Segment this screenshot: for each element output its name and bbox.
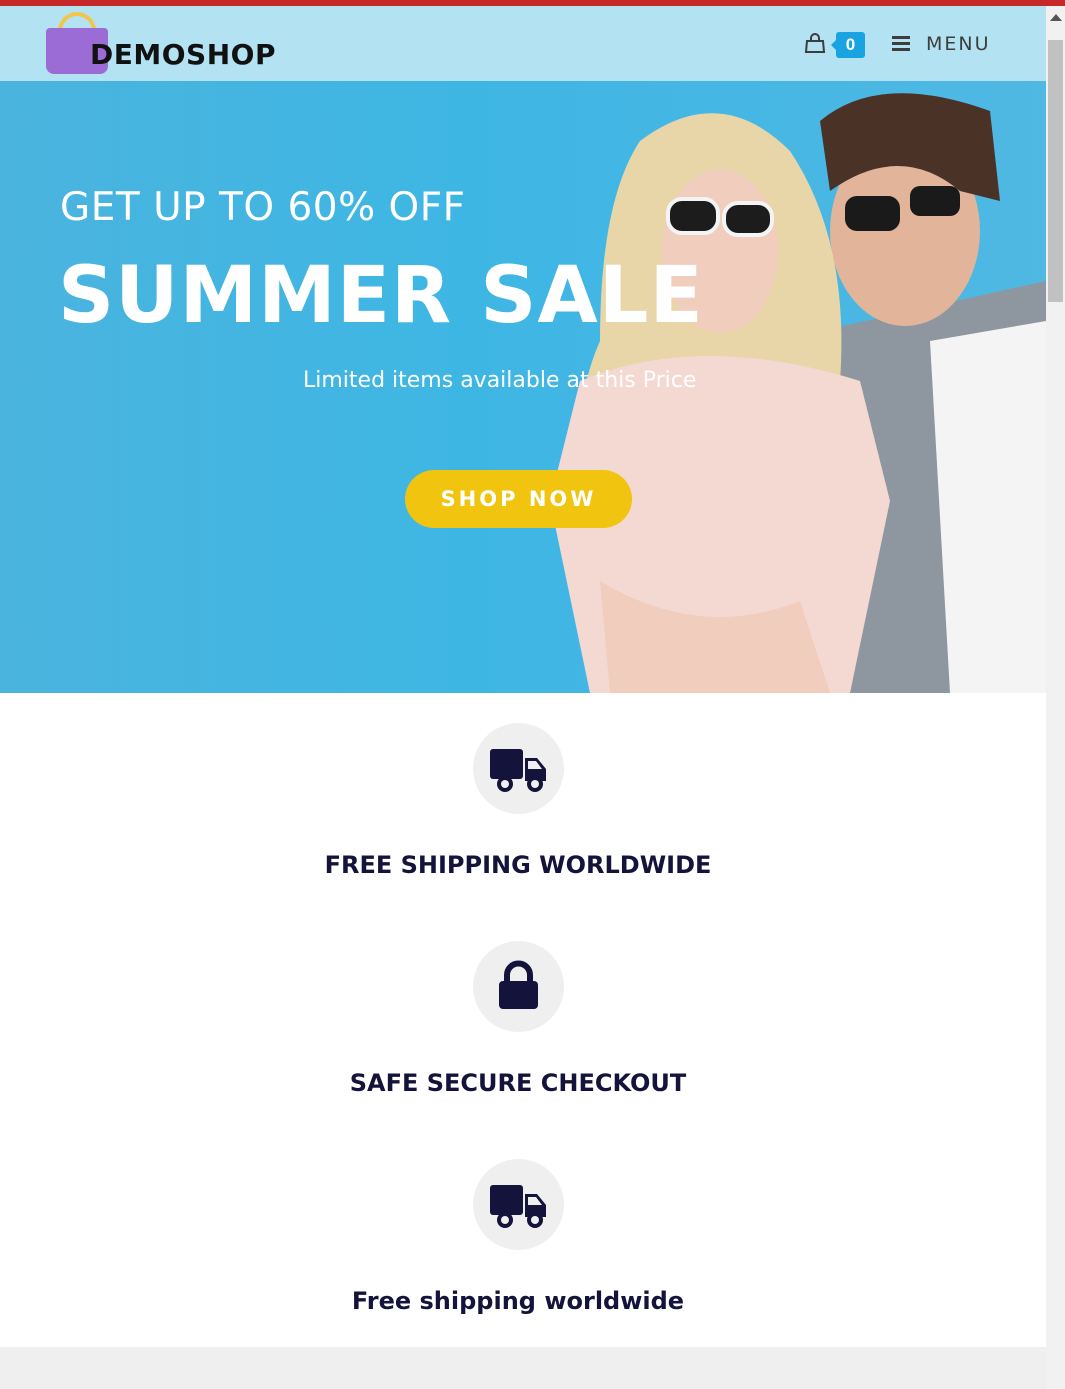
truck-icon [490,1185,546,1228]
site-header: DEMOSHOP 0 MENU [0,6,1046,81]
feature-icon-circle [473,941,564,1032]
cart-button[interactable]: 0 [804,30,868,60]
page-scrollbar[interactable] [1046,6,1065,1389]
page: DEMOSHOP 0 MENU GET UP TO 60% OFF SUMMER… [0,6,1046,1389]
menu-button[interactable]: MENU [892,30,991,58]
hamburger-icon [892,36,910,52]
feature-title: FREE SHIPPING WORLDWIDE [324,851,712,879]
shop-now-button[interactable]: SHOP NOW [405,470,632,528]
truck-icon [490,749,546,792]
feature-icon-circle [473,1159,564,1250]
cart-count-badge: 0 [831,32,865,58]
lock-icon [499,960,538,1009]
feature-secure-checkout: SAFE SECURE CHECKOUT [0,941,1046,1141]
feature-free-shipping-2: Free shipping worldwide [0,1159,1046,1359]
menu-label: MENU [926,33,991,55]
footer-band [0,1347,1046,1389]
feature-icon-circle [473,723,564,814]
hero-kicker: GET UP TO 60% OFF [60,185,466,230]
hero-title: SUMMER SALE [58,251,704,341]
feature-title: SAFE SECURE CHECKOUT [349,1069,687,1097]
hero-banner: GET UP TO 60% OFF SUMMER SALE Limited it… [0,81,1046,693]
hero-subtitle: Limited items available at this Price [303,368,697,393]
feature-free-shipping: FREE SHIPPING WORLDWIDE [0,723,1046,923]
feature-title: Free shipping worldwide [351,1287,685,1315]
scrollbar-thumb[interactable] [1048,40,1063,302]
site-logo[interactable]: DEMOSHOP [46,12,276,76]
bag-icon [804,33,826,53]
scroll-up-arrow-icon[interactable] [1050,14,1062,21]
logo-text: DEMOSHOP [90,38,276,71]
